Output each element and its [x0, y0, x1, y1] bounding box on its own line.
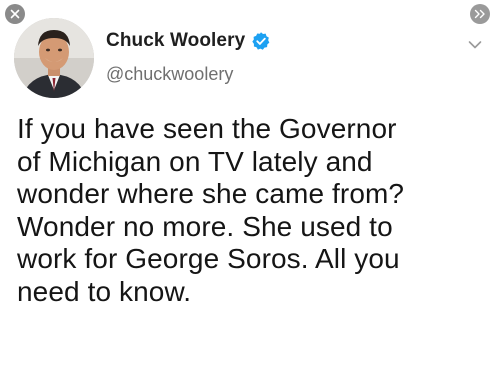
more-options-button[interactable] — [468, 40, 482, 50]
author-display-name[interactable]: Chuck Woolery — [106, 30, 245, 52]
author-name-row: Chuck Woolery — [106, 30, 271, 52]
tweet-text-line: need to know. — [17, 275, 192, 307]
tweet-header: Chuck Woolery @chuckwoolery — [14, 18, 486, 98]
tweet-card: Chuck Woolery @chuckwoolery If you have … — [0, 0, 500, 369]
avatar[interactable] — [14, 18, 94, 98]
author-handle[interactable]: @chuckwoolery — [106, 64, 233, 85]
tweet-text-line: of Michigan on TV lately and — [17, 145, 373, 177]
tweet-text-line: wonder where she came from? — [17, 178, 405, 209]
tweet-text-line: If you have seen the Governor — [17, 113, 397, 144]
verified-badge-icon — [251, 31, 271, 51]
tweet-text: If you have seen the Governor of Michiga… — [17, 113, 492, 308]
tweet-text-line: work for George Soros. All you — [17, 243, 400, 274]
tweet-text-line: Wonder no more. She used to — [17, 210, 393, 242]
chevron-down-icon — [468, 40, 482, 50]
